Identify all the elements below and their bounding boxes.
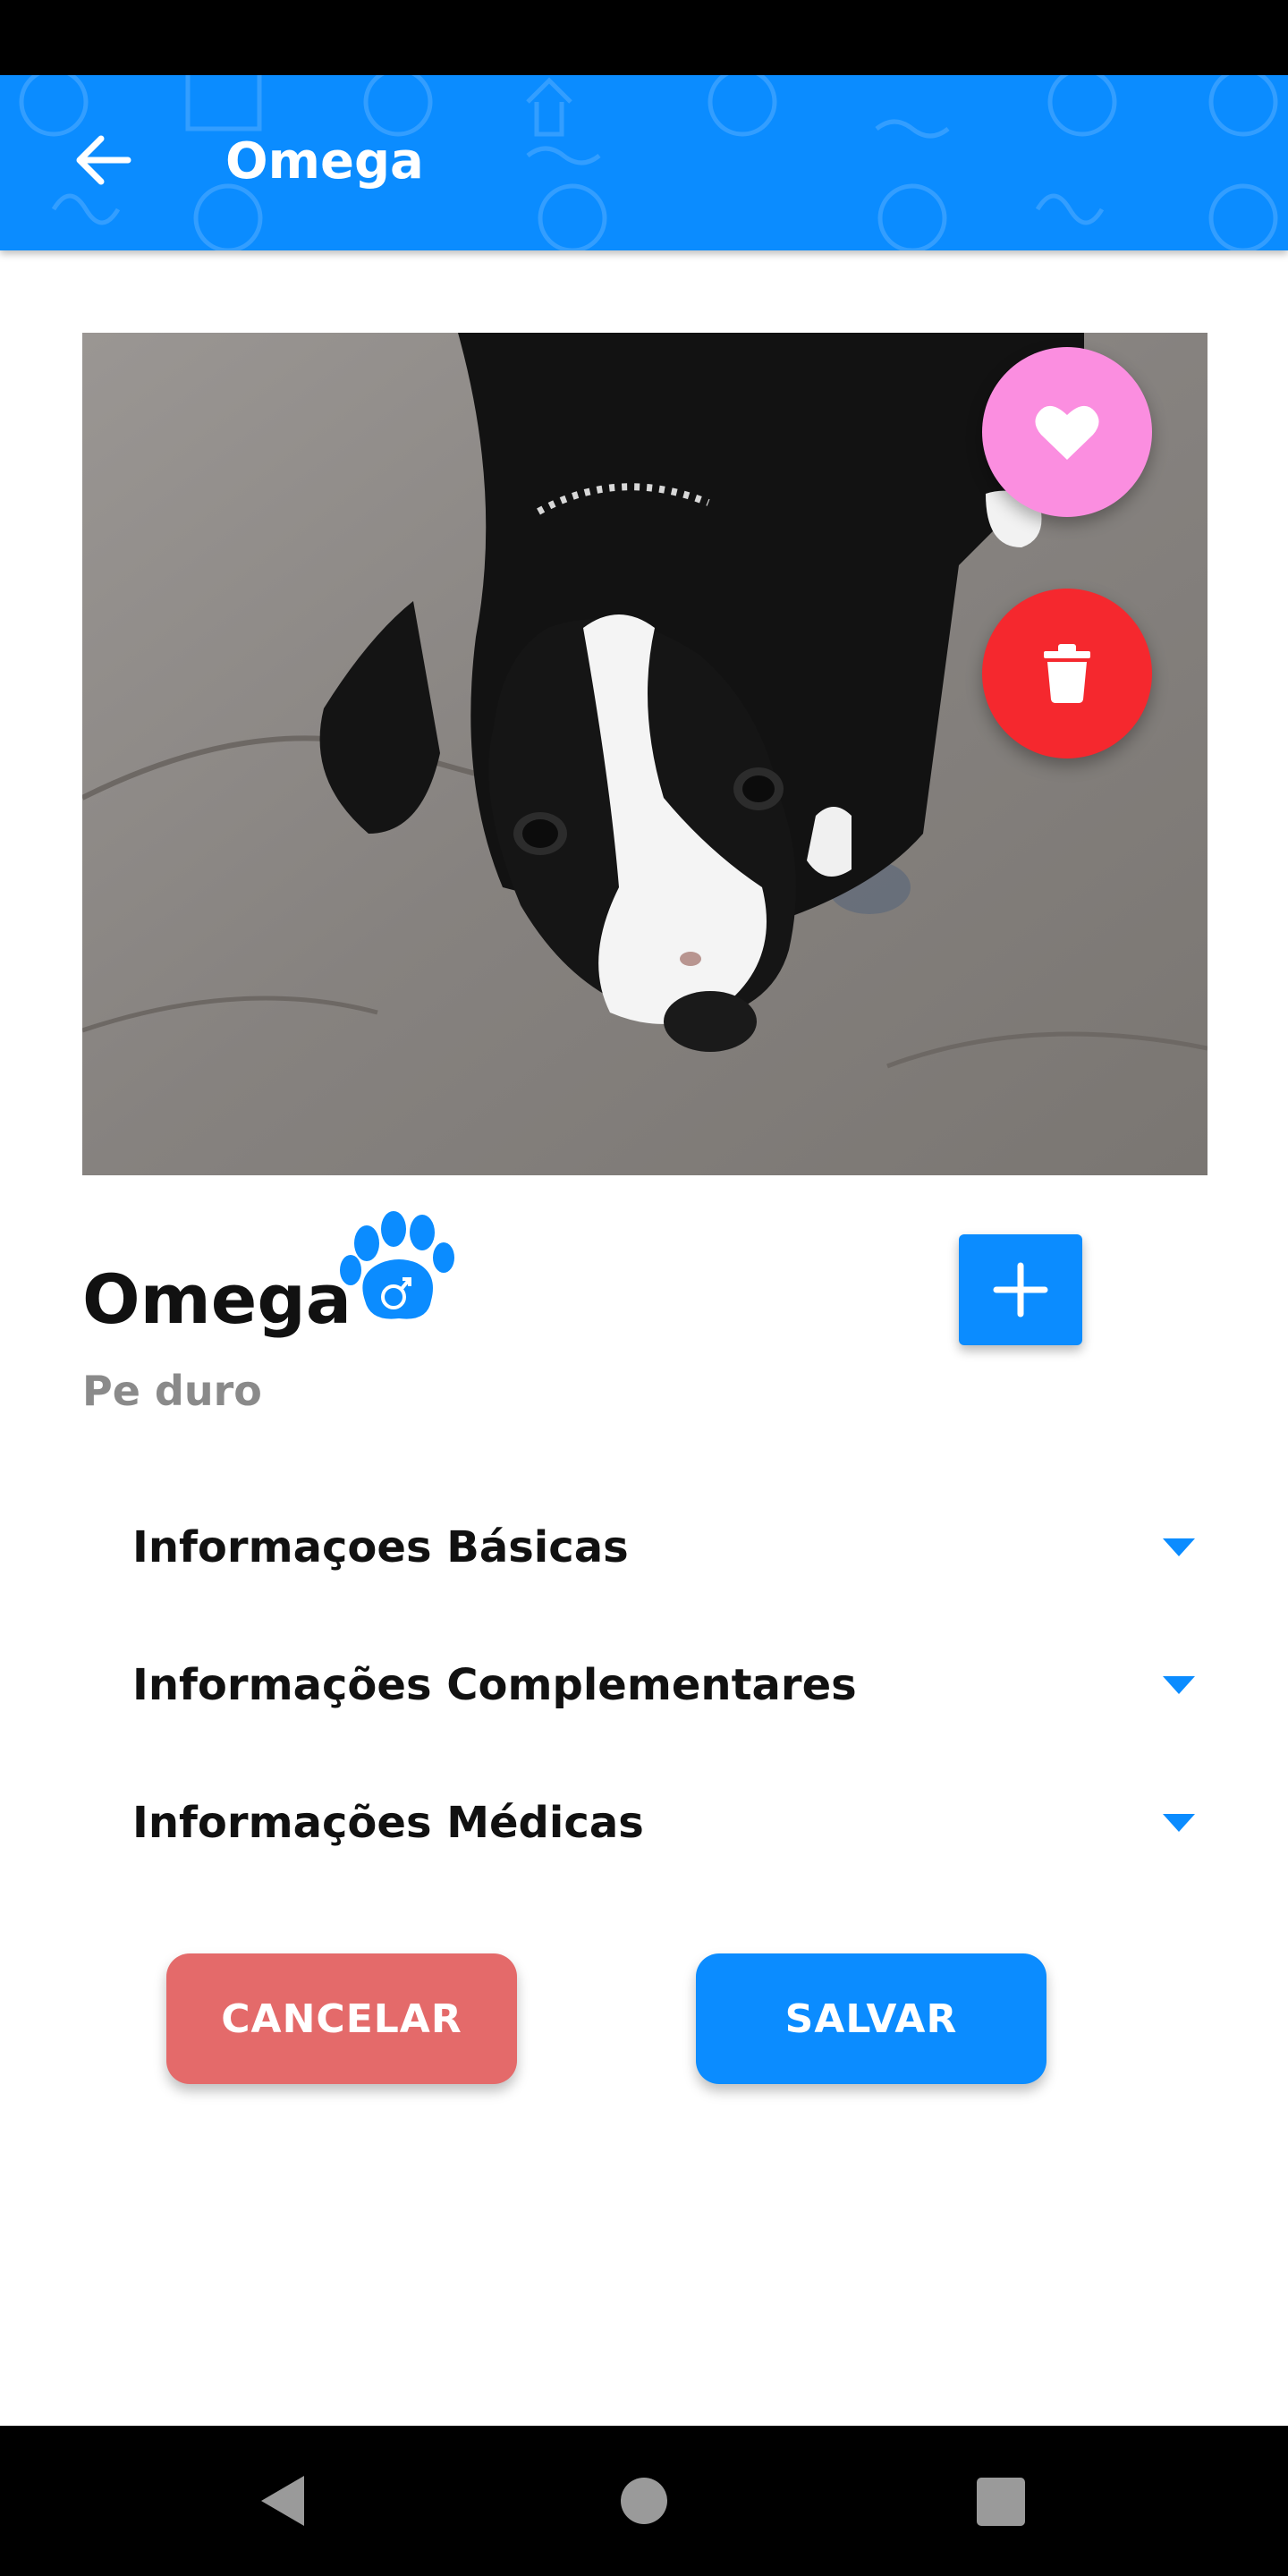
chevron-down-icon: [1163, 1538, 1195, 1556]
heart-icon: [1035, 405, 1099, 460]
app-bar: Omega: [0, 75, 1288, 250]
arrow-left-icon: [76, 135, 131, 185]
triangle-back-icon[interactable]: [261, 2476, 304, 2526]
section-medical-info[interactable]: Informações Médicas: [132, 1769, 1206, 1877]
section-label: Informaçoes Básicas: [132, 1522, 629, 1572]
chevron-down-icon: [1163, 1814, 1195, 1832]
back-button[interactable]: [63, 120, 143, 200]
circle-home-icon[interactable]: [621, 2478, 667, 2524]
section-complementary-info[interactable]: Informações Complementares: [132, 1631, 1206, 1739]
plus-icon: [993, 1262, 1048, 1318]
delete-button[interactable]: [982, 589, 1152, 758]
status-bar: [0, 0, 1288, 75]
pet-pattern-background: [19, 75, 1278, 250]
system-navigation-bar: [0, 2426, 1288, 2576]
cancel-button[interactable]: CANCELAR: [166, 1953, 517, 2084]
save-button[interactable]: SALVAR: [696, 1953, 1046, 2084]
section-label: Informações Complementares: [132, 1660, 857, 1710]
section-basic-info[interactable]: Informaçoes Básicas: [132, 1494, 1206, 1601]
square-recents-icon[interactable]: [977, 2478, 1025, 2526]
section-label: Informações Médicas: [132, 1798, 644, 1848]
page-title: Omega: [225, 132, 424, 191]
favorite-button[interactable]: [982, 347, 1152, 517]
paw-male-icon: [340, 1211, 454, 1319]
add-button[interactable]: [959, 1234, 1082, 1345]
pet-name: Omega: [82, 1259, 352, 1339]
trash-icon: [1044, 644, 1090, 703]
chevron-down-icon: [1163, 1676, 1195, 1694]
pet-breed: Pe duro: [82, 1367, 262, 1415]
